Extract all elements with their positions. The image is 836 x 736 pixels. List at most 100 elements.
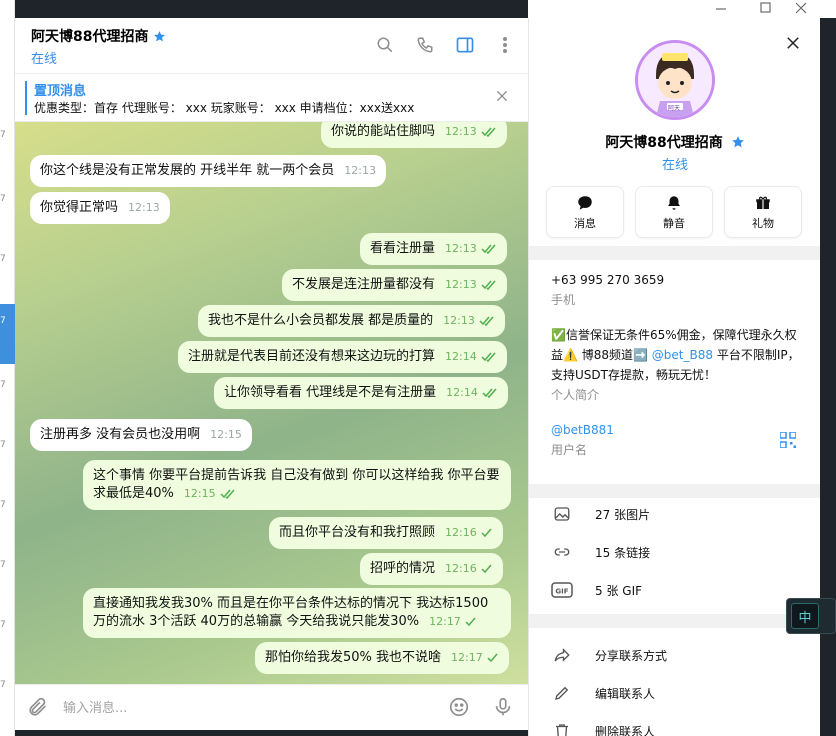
profile-name: 阿天博88代理招商 (529, 132, 820, 152)
chat-list-edge: 7 7 7 7 7 7 7 7 7 7 (0, 0, 15, 736)
chat-status: 在线 (31, 52, 58, 67)
unread-count: 7 (0, 560, 6, 570)
image-icon (551, 503, 573, 525)
edit-icon (551, 682, 573, 704)
message-action-button[interactable]: 消息 (546, 186, 624, 238)
gif-icon: GIF (551, 579, 573, 601)
bio-label: 个人简介 (551, 388, 600, 402)
attach-icon[interactable] (27, 696, 51, 720)
media-links-row[interactable]: 15 条链接 (551, 541, 650, 563)
close-icon[interactable] (494, 88, 512, 106)
message-bubble[interactable]: 你说的能站住脚吗 12:13 (321, 122, 507, 148)
microphone-icon[interactable] (492, 696, 516, 720)
pinned-title: 置顶消息 (34, 84, 87, 99)
phone-icon[interactable] (414, 34, 436, 56)
read-check-icon (479, 316, 494, 326)
profile-panel: 阿天 阿天博88代理招商 在线 消息 静音 礼物 +63 995 270 365… (528, 18, 820, 736)
read-check-icon (482, 388, 497, 398)
maximize-icon[interactable] (759, 0, 775, 16)
profile-status: 在线 (661, 158, 688, 173)
verified-star-icon (154, 30, 166, 41)
unread-count: 7 (0, 440, 6, 450)
window-controls (528, 0, 836, 18)
pinned-text: 优惠类型：首存 代理账号： xxx 玩家账号： xxx 申请档位：xxx送xxx (34, 101, 415, 115)
bio-channel-link[interactable]: @bet_B88 (652, 348, 713, 362)
username-label: 用户名 (551, 443, 588, 457)
message-input[interactable] (63, 697, 433, 719)
message-bubble[interactable]: 那怕你给我发50% 我也不说啥 12:17 (255, 642, 509, 674)
gift-icon (756, 196, 770, 209)
window-close-icon[interactable] (794, 0, 810, 16)
message-bubble[interactable]: 你这个线是没有正常发展的 开线半年 就一两个会员 12:13 (30, 155, 386, 187)
pinned-accent-bar (25, 81, 27, 115)
minimize-icon[interactable] (714, 0, 730, 16)
message-bubble[interactable]: 注册就是代表目前还没有想来这边玩的打算 12:14 (178, 341, 507, 373)
unread-count: 7 (0, 316, 6, 326)
active-chat-marker[interactable]: 7 (0, 304, 15, 364)
pinned-message[interactable]: 置顶消息 优惠类型：首存 代理账号： xxx 玩家账号： xxx 申请档位：xx… (15, 74, 528, 122)
username-info[interactable]: @betB881 用户名 (551, 420, 614, 460)
verified-star-icon (731, 136, 744, 148)
read-check-icon (481, 280, 496, 290)
username: @betB881 (551, 423, 614, 437)
gift-action-button[interactable]: 礼物 (724, 186, 802, 238)
media-gif-row[interactable]: GIF 5 张 GIF (551, 579, 642, 601)
chat-title[interactable]: 阿天博88代理招商 (31, 26, 166, 46)
read-check-icon (481, 244, 496, 254)
avatar[interactable]: 阿天 (635, 40, 715, 120)
side-panel-icon[interactable] (454, 34, 476, 56)
message-bubble[interactable]: 而且你平台没有和我打照顾 12:16 (269, 517, 503, 549)
read-check-icon (481, 352, 496, 362)
bio-info[interactable]: ✅信誉保证无条件65%佣金，保障代理永久权益⚠️ 博88频道➡️ @bet_B8… (551, 325, 803, 405)
mute-action-button[interactable]: 静音 (635, 186, 713, 238)
ime-toolbar[interactable]: 中 (786, 598, 836, 634)
bio-text: ✅信誉保证无条件65%佣金，保障代理永久权益⚠️ 博88频道➡️ @bet_B8… (551, 328, 800, 382)
message-bubble[interactable]: 我也不是什么小会员都发展 都是质量的 12:13 (198, 305, 505, 337)
bell-icon (668, 195, 680, 210)
media-photos-row[interactable]: 27 张图片 (551, 503, 650, 525)
message-bubble[interactable]: 注册再多 没有会员也没用啊 12:15 (30, 419, 252, 451)
edit-contact-row[interactable]: 编辑联系人 (551, 682, 655, 704)
emoji-icon[interactable] (448, 696, 472, 720)
message-input-bar (15, 684, 528, 730)
search-icon[interactable] (374, 34, 396, 56)
sent-check-icon (487, 653, 498, 662)
message-bubble[interactable]: 看看注册量 12:13 (360, 233, 507, 265)
qr-code-icon[interactable] (779, 431, 798, 450)
unread-count: 7 (0, 380, 6, 390)
message-bubble[interactable]: 让你领导看看 代理线是不是有注册量 12:14 (214, 377, 508, 409)
message-bubble[interactable]: 你觉得正常吗 12:13 (30, 192, 170, 224)
unread-count: 7 (0, 500, 6, 510)
message-bubble[interactable]: 不发展是连注册量都没有 12:13 (282, 269, 507, 301)
section-divider (529, 614, 820, 628)
delete-contact-row[interactable]: 删除联系人 (551, 720, 655, 736)
delete-icon (551, 720, 573, 736)
unread-count: 7 (0, 680, 6, 690)
message-bubble[interactable]: 直接通知我发我30% 而且是在你平台条件达标的情况下 我达标1500万的流水 3… (83, 588, 511, 638)
read-check-icon (481, 127, 496, 137)
avatar-label: 阿天 (668, 105, 681, 112)
phone-label: 手机 (551, 293, 576, 307)
unread-count: 7 (0, 620, 6, 630)
unread-count: 7 (0, 130, 6, 140)
read-check-icon (220, 489, 235, 499)
section-divider (529, 484, 820, 498)
section-divider (529, 246, 820, 260)
chat-messages-area[interactable]: 你说的能站住脚吗 12:13 你这个线是没有正常发展的 开线半年 就一两个会员 12… (15, 122, 528, 684)
phone-info[interactable]: +63 995 270 3659 手机 (551, 270, 664, 310)
sent-check-icon (481, 528, 492, 537)
svg-text:GIF: GIF (555, 588, 568, 596)
chat-bubble-icon (578, 195, 592, 210)
sent-check-icon (465, 617, 476, 626)
phone-number: +63 995 270 3659 (551, 273, 665, 287)
more-menu-icon[interactable] (494, 34, 516, 56)
link-icon (551, 541, 573, 563)
share-icon (551, 644, 573, 666)
close-icon[interactable] (784, 34, 806, 56)
message-bubble[interactable]: 这个事情 你要平台提前告诉我 自己没有做到 你可以这样给我 你平台要求最低是40… (83, 460, 511, 510)
unread-count: 7 (0, 194, 6, 204)
chat-header[interactable]: 阿天博88代理招商 在线 (15, 18, 528, 74)
message-bubble[interactable]: 招呼的情况 12:16 (360, 553, 503, 585)
ime-mode-key[interactable]: 中 (791, 603, 819, 629)
share-contact-row[interactable]: 分享联系方式 (551, 644, 667, 666)
